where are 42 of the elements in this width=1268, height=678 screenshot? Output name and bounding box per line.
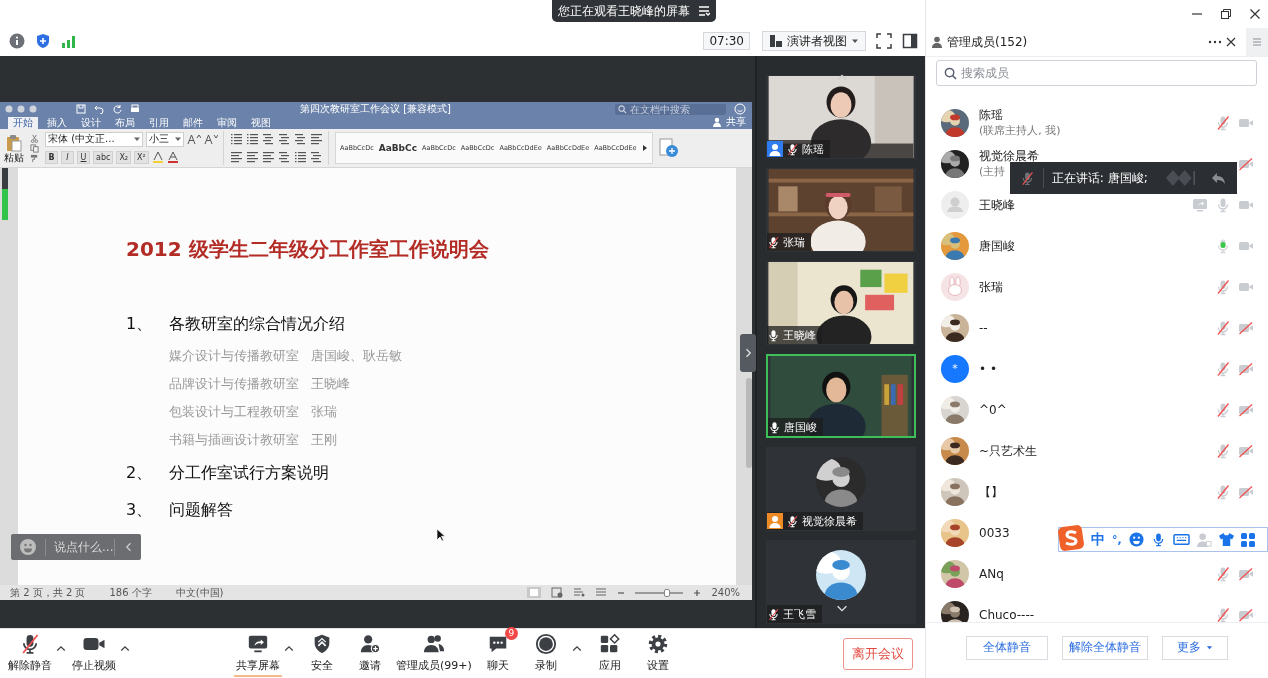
member-name: 王晓峰 bbox=[979, 196, 1015, 213]
member-role: (联席主持人, 我) bbox=[979, 123, 1061, 138]
sub-item-text: 包装设计与工程教研室 张瑞 bbox=[169, 403, 338, 421]
item-text: 各教研室的综合情况介绍 bbox=[169, 313, 345, 335]
participant-name: 王晓峰 bbox=[783, 327, 816, 343]
member-name: Chuco---- bbox=[979, 606, 1035, 622]
member-name: 视觉徐晨希 bbox=[979, 148, 1039, 164]
member-name: -- bbox=[979, 319, 988, 336]
member-name: 张瑞 bbox=[979, 278, 1003, 295]
sub-item-text: 媒介设计与传播教研室 唐国峻、耿岳敏 bbox=[169, 347, 403, 365]
word-count: 186 个字 bbox=[109, 586, 152, 599]
participant-name: 陈瑶 bbox=[802, 141, 824, 157]
sub-item-text: 品牌设计与传播教研室 王晓峰 bbox=[169, 375, 351, 393]
avatar: * bbox=[941, 354, 969, 383]
panel-title: 管理成员(152) bbox=[947, 33, 1028, 51]
member-name: ANq bbox=[979, 565, 1004, 582]
member-role: (主持 bbox=[979, 164, 1006, 179]
participant-name: 张瑞 bbox=[783, 234, 805, 250]
member-name: 【】 bbox=[979, 483, 1003, 500]
page-count: 第 2 页，共 2 页 bbox=[10, 586, 86, 599]
participant-name: 视觉徐晨希 bbox=[802, 513, 857, 529]
speaking-text: 正在讲话: 唐国峻; bbox=[1051, 169, 1148, 187]
meeting-timer: 07:30 bbox=[703, 32, 750, 50]
language-label: 中文(中国) bbox=[175, 586, 224, 599]
member-name: ~只艺术生 bbox=[979, 442, 1038, 459]
member-name: ^0^ bbox=[979, 401, 1007, 418]
member-name: • • bbox=[979, 360, 997, 377]
sub-item-text: 书籍与插画设计教研室 王刚 bbox=[169, 431, 338, 449]
item-number: 2、 bbox=[126, 462, 154, 484]
item-text: 分工作室试行方案说明 bbox=[169, 462, 329, 484]
item-number: 1、 bbox=[126, 313, 154, 335]
participant-name: 王飞雪 bbox=[783, 606, 816, 622]
member-name: 0033 bbox=[979, 524, 1010, 541]
zoom-percent: 240% bbox=[711, 586, 740, 599]
document-title: 第四次教研室工作会议 [兼容模式] bbox=[300, 102, 451, 116]
participant-name: 唐国峻 bbox=[784, 419, 817, 435]
item-number: 3、 bbox=[126, 499, 154, 521]
item-text: 问题解答 bbox=[169, 499, 233, 521]
member-name: 陈瑶 bbox=[979, 107, 1003, 123]
banner-text: 您正在观看王晓峰的屏幕 bbox=[558, 2, 690, 20]
document-heading: 2012 级学生二年级分工作室工作说明会 bbox=[126, 237, 489, 261]
member-name: 唐国峻 bbox=[979, 237, 1015, 254]
